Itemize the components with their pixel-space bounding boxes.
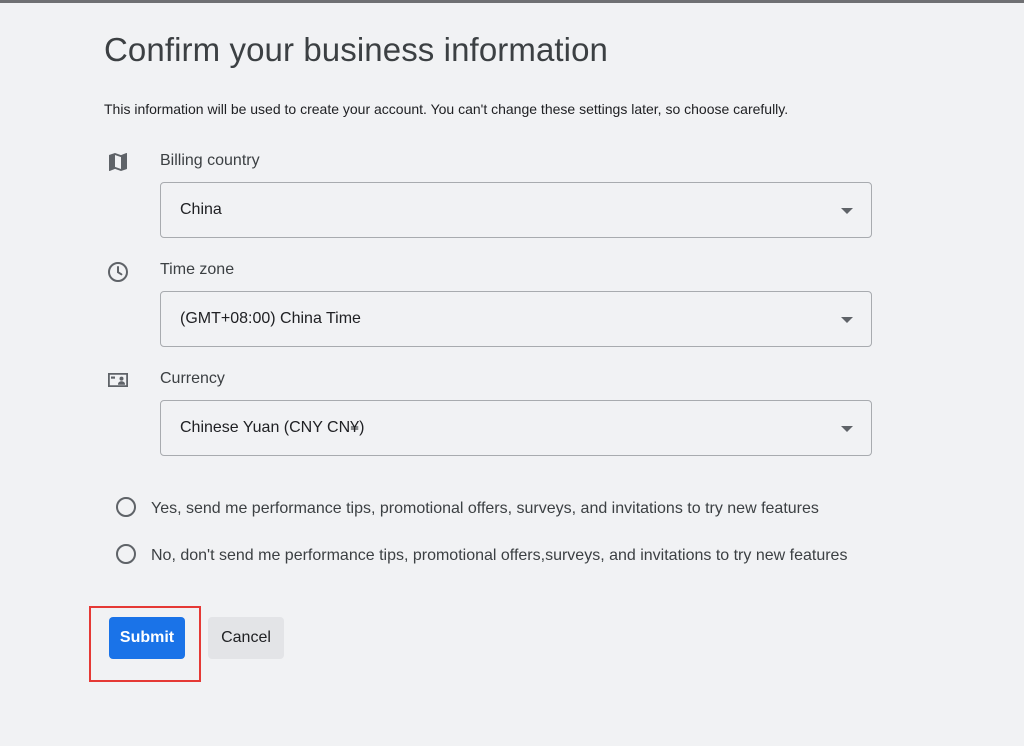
time-zone-label: Time zone	[160, 261, 235, 278]
radio-button-no[interactable]	[116, 544, 136, 564]
clock-icon	[106, 260, 130, 284]
currency-select[interactable]: Chinese Yuan (CNY CN¥)	[160, 400, 872, 456]
time-zone-select[interactable]: (GMT+08:00) China Time	[160, 291, 872, 347]
page-subtitle: This information will be used to create …	[104, 101, 789, 117]
cancel-button[interactable]: Cancel	[208, 617, 284, 659]
marketing-opt-out-label: No, don't send me performance tips, prom…	[151, 547, 848, 564]
radio-button-yes[interactable]	[116, 497, 136, 517]
currency-value: Chinese Yuan (CNY CN¥)	[180, 419, 365, 436]
chevron-down-icon	[841, 317, 853, 323]
money-icon	[106, 368, 130, 392]
marketing-opt-in-label: Yes, send me performance tips, promotion…	[151, 500, 819, 517]
billing-country-label: Billing country	[160, 152, 260, 169]
billing-country-value: China	[180, 201, 222, 218]
submit-button[interactable]: Submit	[109, 617, 185, 659]
time-zone-value: (GMT+08:00) China Time	[180, 310, 361, 327]
chevron-down-icon	[841, 208, 853, 214]
billing-country-select[interactable]: China	[160, 182, 872, 238]
chevron-down-icon	[841, 426, 853, 432]
page-title: Confirm your business information	[104, 31, 609, 68]
currency-label: Currency	[160, 370, 225, 387]
map-icon	[106, 150, 130, 174]
